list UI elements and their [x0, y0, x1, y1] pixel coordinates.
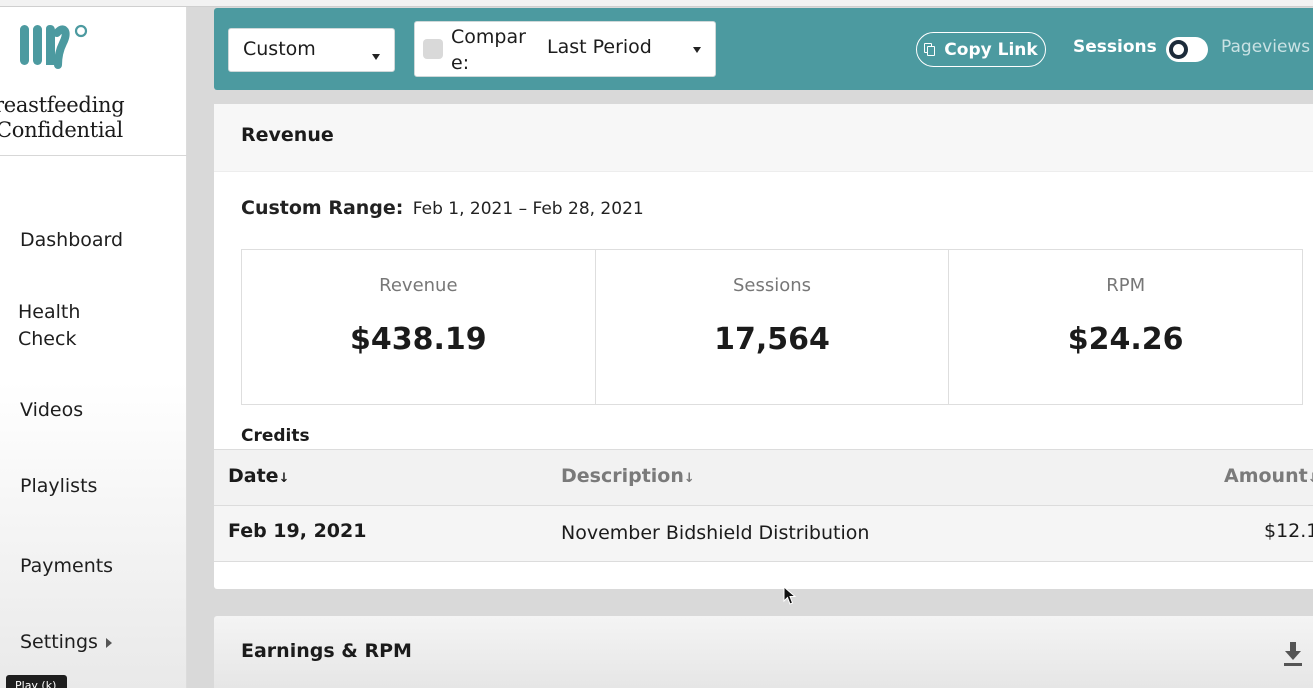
brand-name: reastfeeding Confidential [0, 93, 125, 143]
earnings-rpm-card: Earnings & RPM [214, 616, 1313, 688]
table-row: Feb 19, 2021 November Bidshield Distribu… [214, 506, 1313, 562]
sidebar-item-playlists[interactable]: Playlists [20, 473, 97, 500]
stat-label: Revenue [379, 275, 458, 296]
stat-sessions: Sessions 17,564 [596, 250, 950, 404]
date-range-summary: Custom Range: Feb 1, 2021 – Feb 28, 2021 [241, 197, 644, 219]
compare-period-select[interactable]: Last Period [545, 22, 715, 76]
sort-arrow-icon: ↓ [1308, 471, 1313, 486]
credits-table-header: Date↓ Description↓ Amount↓ [214, 449, 1313, 506]
toggle-label-sessions: Sessions [1073, 37, 1157, 57]
caret-right-icon [105, 637, 112, 648]
sort-arrow-icon: ↓ [683, 471, 695, 486]
sidebar-item-health-check[interactable]: Health Check [18, 299, 80, 353]
sidebar-item-label: Playlists [20, 475, 98, 497]
card-header: Revenue [214, 104, 1313, 172]
sidebar-item-settings[interactable]: Settings [20, 629, 112, 656]
cell-amount: $12.11 [1264, 520, 1313, 542]
mouse-cursor-icon [783, 586, 797, 605]
sidebar-item-label: Dashboard [20, 229, 124, 251]
dropdown-arrow-icon [372, 54, 380, 60]
brand-line-1: reastfeeding [0, 93, 125, 117]
dropdown-arrow-icon [693, 47, 701, 53]
range-label: Custom Range: [241, 197, 404, 219]
play-tooltip: Play (k) [6, 675, 67, 688]
compare-control: Compar e: Last Period [414, 21, 716, 77]
copy-icon [924, 42, 938, 57]
stat-revenue: Revenue $438.19 [242, 250, 596, 404]
sidebar-item-label: Check [18, 328, 77, 350]
copy-link-label: Copy Link [944, 39, 1038, 60]
stat-value: $24.26 [1067, 322, 1184, 357]
sidebar-divider [0, 155, 187, 156]
card-title: Earnings & RPM [241, 640, 412, 662]
credits-title: Credits [241, 426, 310, 446]
column-label: Date [228, 465, 279, 487]
filter-toolbar: Custom Compar e: Last Period Copy Link S… [214, 8, 1313, 90]
toggle-label-pageviews: Pageviews [1221, 37, 1311, 57]
stat-value: $438.19 [350, 322, 487, 357]
logo-icon [20, 24, 88, 69]
download-icon[interactable] [1284, 642, 1302, 666]
card-title: Revenue [241, 124, 334, 146]
date-range-value: Custom [243, 38, 316, 60]
stat-label: Sessions [732, 275, 812, 296]
compare-period-value: Last Period [547, 36, 652, 58]
cell-date: Feb 19, 2021 [228, 520, 367, 542]
sidebar-item-label: Payments [20, 555, 114, 577]
stat-value: 17,564 [714, 322, 830, 357]
stat-rpm: RPM $24.26 [949, 250, 1302, 404]
sidebar-item-videos[interactable]: Videos [20, 397, 83, 424]
stats-panel: Revenue $438.19 Sessions 17,564 RPM $24.… [241, 249, 1303, 405]
column-header-date[interactable]: Date↓ [228, 465, 289, 487]
column-label: Description [561, 465, 684, 487]
sidebar-item-label: Health [18, 301, 81, 323]
column-header-description[interactable]: Description↓ [561, 465, 695, 487]
date-range-select[interactable]: Custom [228, 28, 395, 72]
sessions-pageviews-toggle[interactable] [1166, 37, 1208, 62]
sort-arrow-icon: ↓ [278, 471, 290, 486]
toggle-knob [1169, 40, 1188, 59]
range-value: Feb 1, 2021 – Feb 28, 2021 [412, 199, 644, 219]
copy-link-button[interactable]: Copy Link [916, 32, 1046, 67]
revenue-card: Revenue Custom Range: Feb 1, 2021 – Feb … [214, 104, 1313, 589]
column-label: Amount [1224, 465, 1308, 487]
top-border [0, 0, 1313, 7]
sidebar-item-dashboard[interactable]: Dashboard [20, 227, 123, 254]
stat-label: RPM [1106, 275, 1146, 296]
sidebar-item-label: Videos [20, 399, 84, 421]
column-header-amount[interactable]: Amount↓ [1224, 465, 1313, 487]
compare-label: Compar e: [451, 26, 526, 74]
sidebar-item-label: Settings [20, 631, 98, 653]
cell-description: November Bidshield Distribution [561, 522, 870, 544]
brand-line-2: Confidential [0, 118, 123, 142]
sidebar: reastfeeding Confidential Dashboard Heal… [0, 7, 187, 688]
sidebar-item-payments[interactable]: Payments [20, 553, 113, 580]
compare-checkbox[interactable] [423, 39, 443, 59]
